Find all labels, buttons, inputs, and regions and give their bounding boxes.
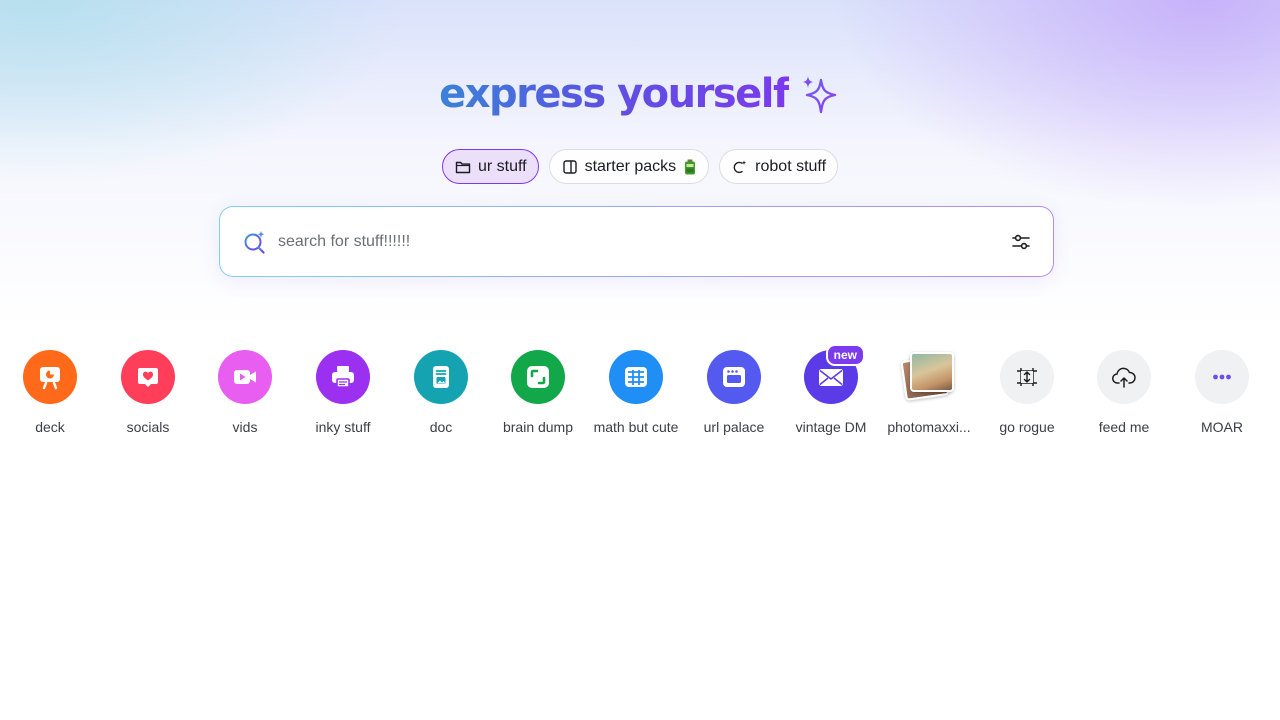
shortcut-photomaxxing[interactable]: photomaxxi... (881, 350, 977, 438)
template-icon (562, 159, 577, 174)
shortcut-doc[interactable]: doc (393, 350, 489, 438)
document-icon (433, 366, 449, 388)
tab-robot-stuff[interactable]: robot stuff (719, 149, 839, 184)
shortcut-vintage-dm[interactable]: new vintage DM (783, 344, 879, 438)
tab-starter-packs[interactable]: starter packs (548, 149, 710, 184)
shortcut-icon-circle (1195, 350, 1249, 404)
shortcut-label: photomaxxi... (887, 419, 971, 435)
shortcut-label: MOAR (1201, 419, 1243, 435)
tab-label: robot stuff (755, 157, 827, 175)
presentation-icon (40, 367, 60, 390)
website-icon (723, 367, 745, 387)
magic-search-icon (244, 230, 265, 254)
shortcut-go-rogue[interactable]: go rogue (979, 350, 1075, 438)
shortcut-label: inky stuff (315, 419, 371, 435)
shortcut-label: doc (429, 419, 453, 435)
shortcut-icon-circle (707, 350, 761, 404)
shortcut-icon-circle: new (804, 344, 865, 404)
shortcut-icon-circle (511, 350, 565, 404)
cloud-upload-icon (1112, 367, 1136, 388)
page-title: express yourself (439, 68, 790, 120)
tab-label: starter packs (584, 157, 677, 175)
more-dots-icon (1213, 374, 1231, 380)
whiteboard-icon (527, 366, 549, 388)
custom-size-icon (1017, 368, 1037, 386)
shortcut-inky-stuff[interactable]: inky stuff (295, 350, 391, 438)
heart-chat-icon (138, 368, 158, 387)
shortcut-label: feed me (1098, 419, 1150, 435)
shortcut-label: url palace (703, 419, 765, 435)
shortcut-vids[interactable]: vids (197, 350, 293, 438)
search-input[interactable] (278, 232, 1009, 251)
envelope-icon (819, 369, 843, 386)
new-badge: new (825, 344, 865, 366)
shortcut-label: vintage DM (795, 419, 867, 435)
folder-icon (455, 161, 471, 173)
tab-bar: ur stuff starter packs robot stuff (0, 149, 1280, 184)
sparkle-icon (797, 72, 841, 116)
shortcut-brain-dump[interactable]: brain dump (490, 350, 586, 438)
shortcut-icon-circle (609, 350, 663, 404)
shortcut-icon-circle (218, 350, 272, 404)
shortcut-socials[interactable]: socials (100, 350, 196, 438)
printer-icon (332, 366, 354, 388)
spreadsheet-icon (625, 367, 647, 387)
battery-emoji-icon (685, 159, 696, 174)
shortcut-icon-circle (121, 350, 175, 404)
design-type-shortcuts: deck socials vids inky stuff doc brain d… (0, 344, 1280, 460)
tab-ur-stuff[interactable]: ur stuff (441, 149, 539, 184)
shortcut-label: socials (126, 419, 170, 435)
shortcut-url-palace[interactable]: url palace (686, 350, 782, 438)
hero-header: express yourself (0, 68, 1280, 120)
shortcut-icon-circle (23, 350, 77, 404)
magic-wand-icon (733, 160, 747, 173)
video-camera-icon (234, 370, 256, 384)
search-bar (219, 206, 1054, 277)
shortcut-icon-circle (1097, 350, 1151, 404)
shortcut-deck[interactable]: deck (2, 350, 98, 438)
shortcut-icon-circle (1000, 350, 1054, 404)
shortcut-label: deck (35, 419, 65, 435)
photo-stack-icon (900, 350, 957, 404)
tab-label: ur stuff (477, 157, 527, 175)
shortcut-label: math but cute (593, 419, 679, 435)
photo-thumbnail-front (910, 352, 954, 392)
shortcut-label: vids (232, 419, 258, 435)
shortcut-label: brain dump (502, 419, 574, 435)
shortcut-icon-circle (414, 350, 468, 404)
filter-sliders-icon[interactable] (1009, 230, 1033, 254)
shortcut-feed-me[interactable]: feed me (1076, 350, 1172, 438)
shortcut-math-but-cute[interactable]: math but cute (588, 350, 684, 438)
shortcut-moar[interactable]: MOAR (1174, 350, 1270, 438)
shortcut-label: go rogue (999, 419, 1055, 435)
shortcut-icon-circle (316, 350, 370, 404)
